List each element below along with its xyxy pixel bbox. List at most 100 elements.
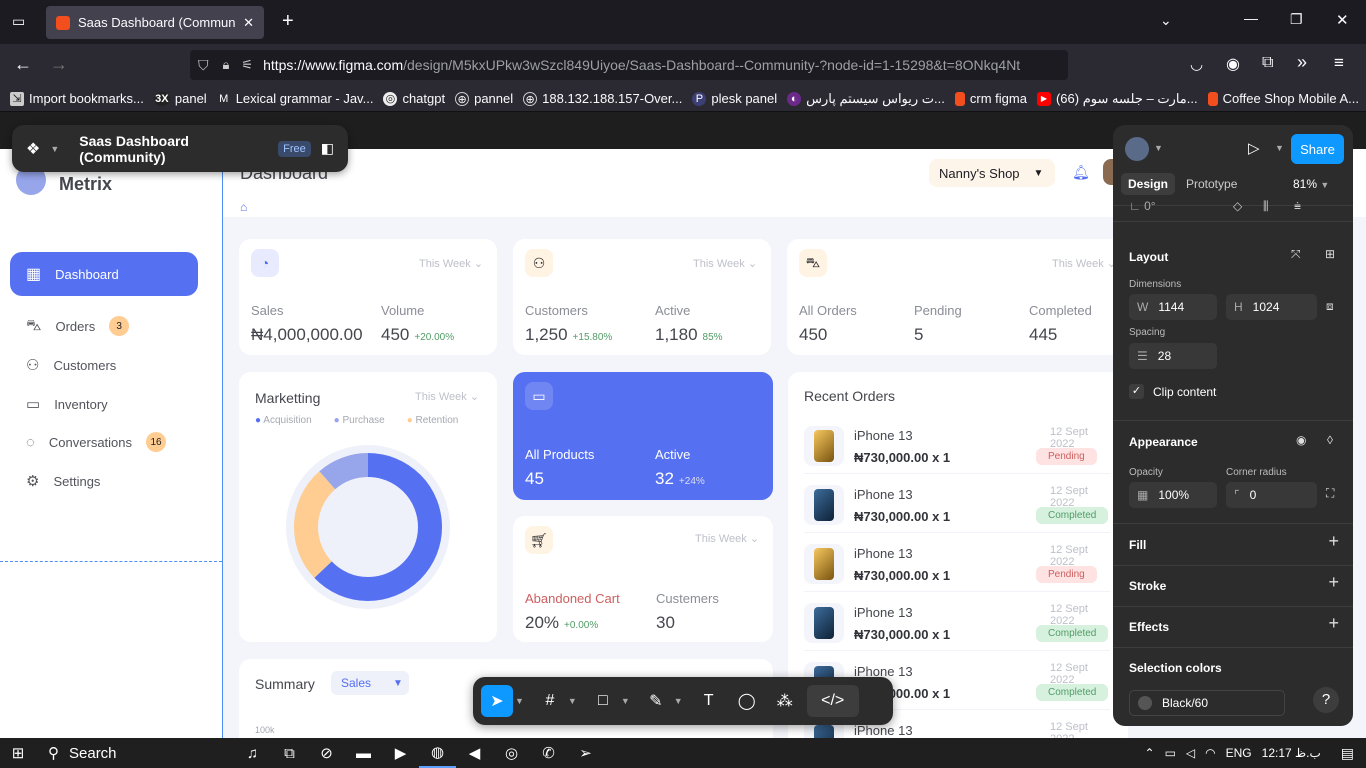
- avatar[interactable]: [1125, 137, 1149, 161]
- wifi-icon[interactable]: ◠: [1205, 746, 1215, 760]
- language-indicator[interactable]: ENG: [1226, 746, 1252, 760]
- widget-icon[interactable]: ♫: [234, 738, 271, 768]
- close-tab-icon[interactable]: ✕: [243, 15, 254, 31]
- tab-design[interactable]: Design: [1121, 173, 1176, 195]
- menu-icon[interactable]: ≡: [1334, 53, 1344, 73]
- period-select[interactable]: This Week ⌄: [1052, 257, 1116, 270]
- rectangle-tool-icon[interactable]: □: [587, 685, 619, 717]
- blend-icon[interactable]: ◊: [1327, 433, 1333, 447]
- eye-icon[interactable]: ◉: [1296, 433, 1306, 447]
- bookmark-item[interactable]: ⊕ pannel: [455, 91, 513, 106]
- chevron-down-icon[interactable]: ▼: [1275, 143, 1284, 153]
- chevron-down-icon[interactable]: ▼: [674, 696, 683, 706]
- chevron-down-icon[interactable]: ▼: [515, 696, 524, 706]
- bookmark-item[interactable]: Coffee Shop Mobile A...: [1207, 91, 1359, 106]
- bookmark-item[interactable]: ⇲ Import bookmarks...: [10, 91, 144, 106]
- independent-corners-icon[interactable]: ⛶: [1326, 486, 1334, 501]
- zoom-select[interactable]: 81% ▼: [1293, 177, 1329, 191]
- back-icon[interactable]: ←: [14, 54, 32, 75]
- chrome-icon[interactable]: ◎: [493, 738, 530, 768]
- new-tab-icon[interactable]: +: [282, 10, 294, 33]
- actions-tool-icon[interactable]: ⁂: [769, 685, 801, 717]
- opacity-input[interactable]: ▦ 100%: [1129, 482, 1217, 508]
- auto-layout-icon[interactable]: ⊞: [1325, 247, 1335, 261]
- order-row[interactable]: iPhone 13 ₦730,000.00 x 1 12 Sept 2022 Pend…: [804, 534, 1110, 592]
- media-player-icon[interactable]: ▶: [382, 738, 419, 768]
- mirror-icon[interactable]: ⫼: [1263, 199, 1269, 214]
- spacing-input[interactable]: ☰ 28: [1129, 343, 1217, 369]
- bookmark-item[interactable]: ◐ ت ریواس سیستم پارس...: [787, 91, 945, 107]
- radius-input[interactable]: ⌜ 0: [1226, 482, 1317, 508]
- nav-item-orders[interactable]: ⛍ Orders 3: [10, 304, 198, 348]
- chevron-down-icon[interactable]: ▼: [568, 696, 577, 706]
- list-tabs-icon[interactable]: ⌄: [1160, 12, 1172, 29]
- taskbar-search[interactable]: ⚲ Search: [36, 738, 226, 768]
- permissions-icon[interactable]: ⚟: [241, 57, 253, 73]
- pen-tool-icon[interactable]: ✎: [640, 685, 672, 717]
- file-name[interactable]: Saas Dashboard (Community): [79, 133, 268, 165]
- tab-prototype[interactable]: Prototype: [1186, 177, 1237, 191]
- text-tool-icon[interactable]: T: [693, 685, 725, 717]
- more-tools-icon[interactable]: »: [1297, 52, 1307, 73]
- maximize-icon[interactable]: ❐: [1290, 11, 1303, 28]
- bookmark-item[interactable]: Pplesk panel: [692, 91, 777, 106]
- align-icon[interactable]: ⩧: [1294, 199, 1301, 214]
- home-icon[interactable]: ⌂: [240, 200, 247, 214]
- resize-icon[interactable]: ⧈: [1326, 299, 1334, 314]
- bookmark-star-icon[interactable]: ☆: [1031, 55, 1045, 75]
- chevron-down-icon[interactable]: ▼: [50, 144, 59, 154]
- app-icon[interactable]: ⊘: [308, 738, 345, 768]
- chevron-up-icon[interactable]: ⌃: [1145, 746, 1155, 760]
- rotation-field[interactable]: ∟ 0°: [1129, 199, 1156, 213]
- width-input[interactable]: W 1144: [1129, 294, 1217, 320]
- nav-item-settings[interactable]: ⚙ Settings: [10, 459, 198, 503]
- summary-select[interactable]: Sales ▼: [331, 671, 409, 695]
- nav-item-conversations[interactable]: ◌ Conversations 16: [10, 420, 198, 464]
- height-input[interactable]: H 1024: [1226, 294, 1317, 320]
- browser-tab[interactable]: Saas Dashboard (Community) – ✕: [46, 6, 264, 39]
- clock[interactable]: 12:17 ب.ظ: [1262, 746, 1321, 760]
- bookmark-item[interactable]: ⊕ 188.132.188.157-Over...: [523, 91, 682, 106]
- order-row[interactable]: iPhone 13 ₦730,000.00 x 1 12 Sept 2022 Comp…: [804, 475, 1110, 533]
- clip-checkbox[interactable]: ✓: [1129, 384, 1144, 399]
- dev-mode-icon[interactable]: </>: [806, 685, 859, 717]
- help-button[interactable]: ?: [1313, 687, 1339, 713]
- bookmark-item[interactable]: 3X panel: [153, 91, 207, 106]
- shield-icon[interactable]: ⛉: [198, 57, 209, 74]
- period-select[interactable]: This Week ⌄: [693, 257, 757, 270]
- add-effect-icon[interactable]: +: [1328, 613, 1339, 634]
- bookmark-item[interactable]: ▶ مارت – جلسه سوم (66)...: [1036, 91, 1198, 107]
- notifications-icon[interactable]: ▤: [1341, 745, 1354, 762]
- windows-start-icon[interactable]: ⊞: [0, 738, 36, 768]
- firefox-icon[interactable]: ◍: [419, 738, 456, 768]
- vscode-icon[interactable]: ◀: [456, 738, 493, 768]
- nav-item-customers[interactable]: ⚇ Customers: [10, 343, 198, 387]
- sidebar-toggle-icon[interactable]: ◧: [321, 140, 334, 157]
- selection-color-item[interactable]: Black/60: [1129, 690, 1285, 716]
- present-icon[interactable]: ▷: [1248, 139, 1260, 157]
- battery-icon[interactable]: ▭: [1165, 746, 1176, 760]
- close-window-icon[interactable]: ✕: [1336, 11, 1349, 29]
- forward-icon[interactable]: →: [50, 54, 68, 75]
- add-stroke-icon[interactable]: +: [1328, 572, 1339, 593]
- period-select[interactable]: This Week ⌄: [419, 257, 483, 270]
- chevron-down-icon[interactable]: ▼: [621, 696, 630, 706]
- lock-icon[interactable]: 🔒︎: [223, 57, 230, 73]
- notification-bell-icon[interactable]: 🔔︎: [1072, 164, 1090, 181]
- url-bar[interactable]: ⛉ 🔒︎ ⚟ https://www.figma.com/design/M5kx…: [190, 50, 1068, 80]
- tab-list-icon[interactable]: ▭: [12, 13, 25, 30]
- flip-icon[interactable]: ◇: [1233, 199, 1242, 213]
- nav-item-dashboard[interactable]: ▦ Dashboard: [10, 252, 198, 296]
- frame-tool-icon[interactable]: #: [534, 685, 566, 717]
- whatsapp-icon[interactable]: ✆: [530, 738, 567, 768]
- bookmark-item[interactable]: M Lexical grammar - Jav...: [217, 91, 373, 106]
- chevron-down-icon[interactable]: ▼: [1154, 143, 1163, 153]
- pocket-icon[interactable]: ◡: [1190, 55, 1203, 73]
- share-button[interactable]: Share: [1291, 134, 1344, 164]
- figma-menu-icon[interactable]: ❖: [26, 139, 40, 159]
- extensions-icon[interactable]: ⧉: [1262, 54, 1273, 72]
- period-select[interactable]: This Week ⌄: [695, 532, 759, 545]
- account-icon[interactable]: ◉: [1226, 54, 1240, 74]
- shop-select[interactable]: Nanny's Shop ▼: [929, 159, 1055, 187]
- period-select[interactable]: This Week ⌄: [415, 390, 479, 403]
